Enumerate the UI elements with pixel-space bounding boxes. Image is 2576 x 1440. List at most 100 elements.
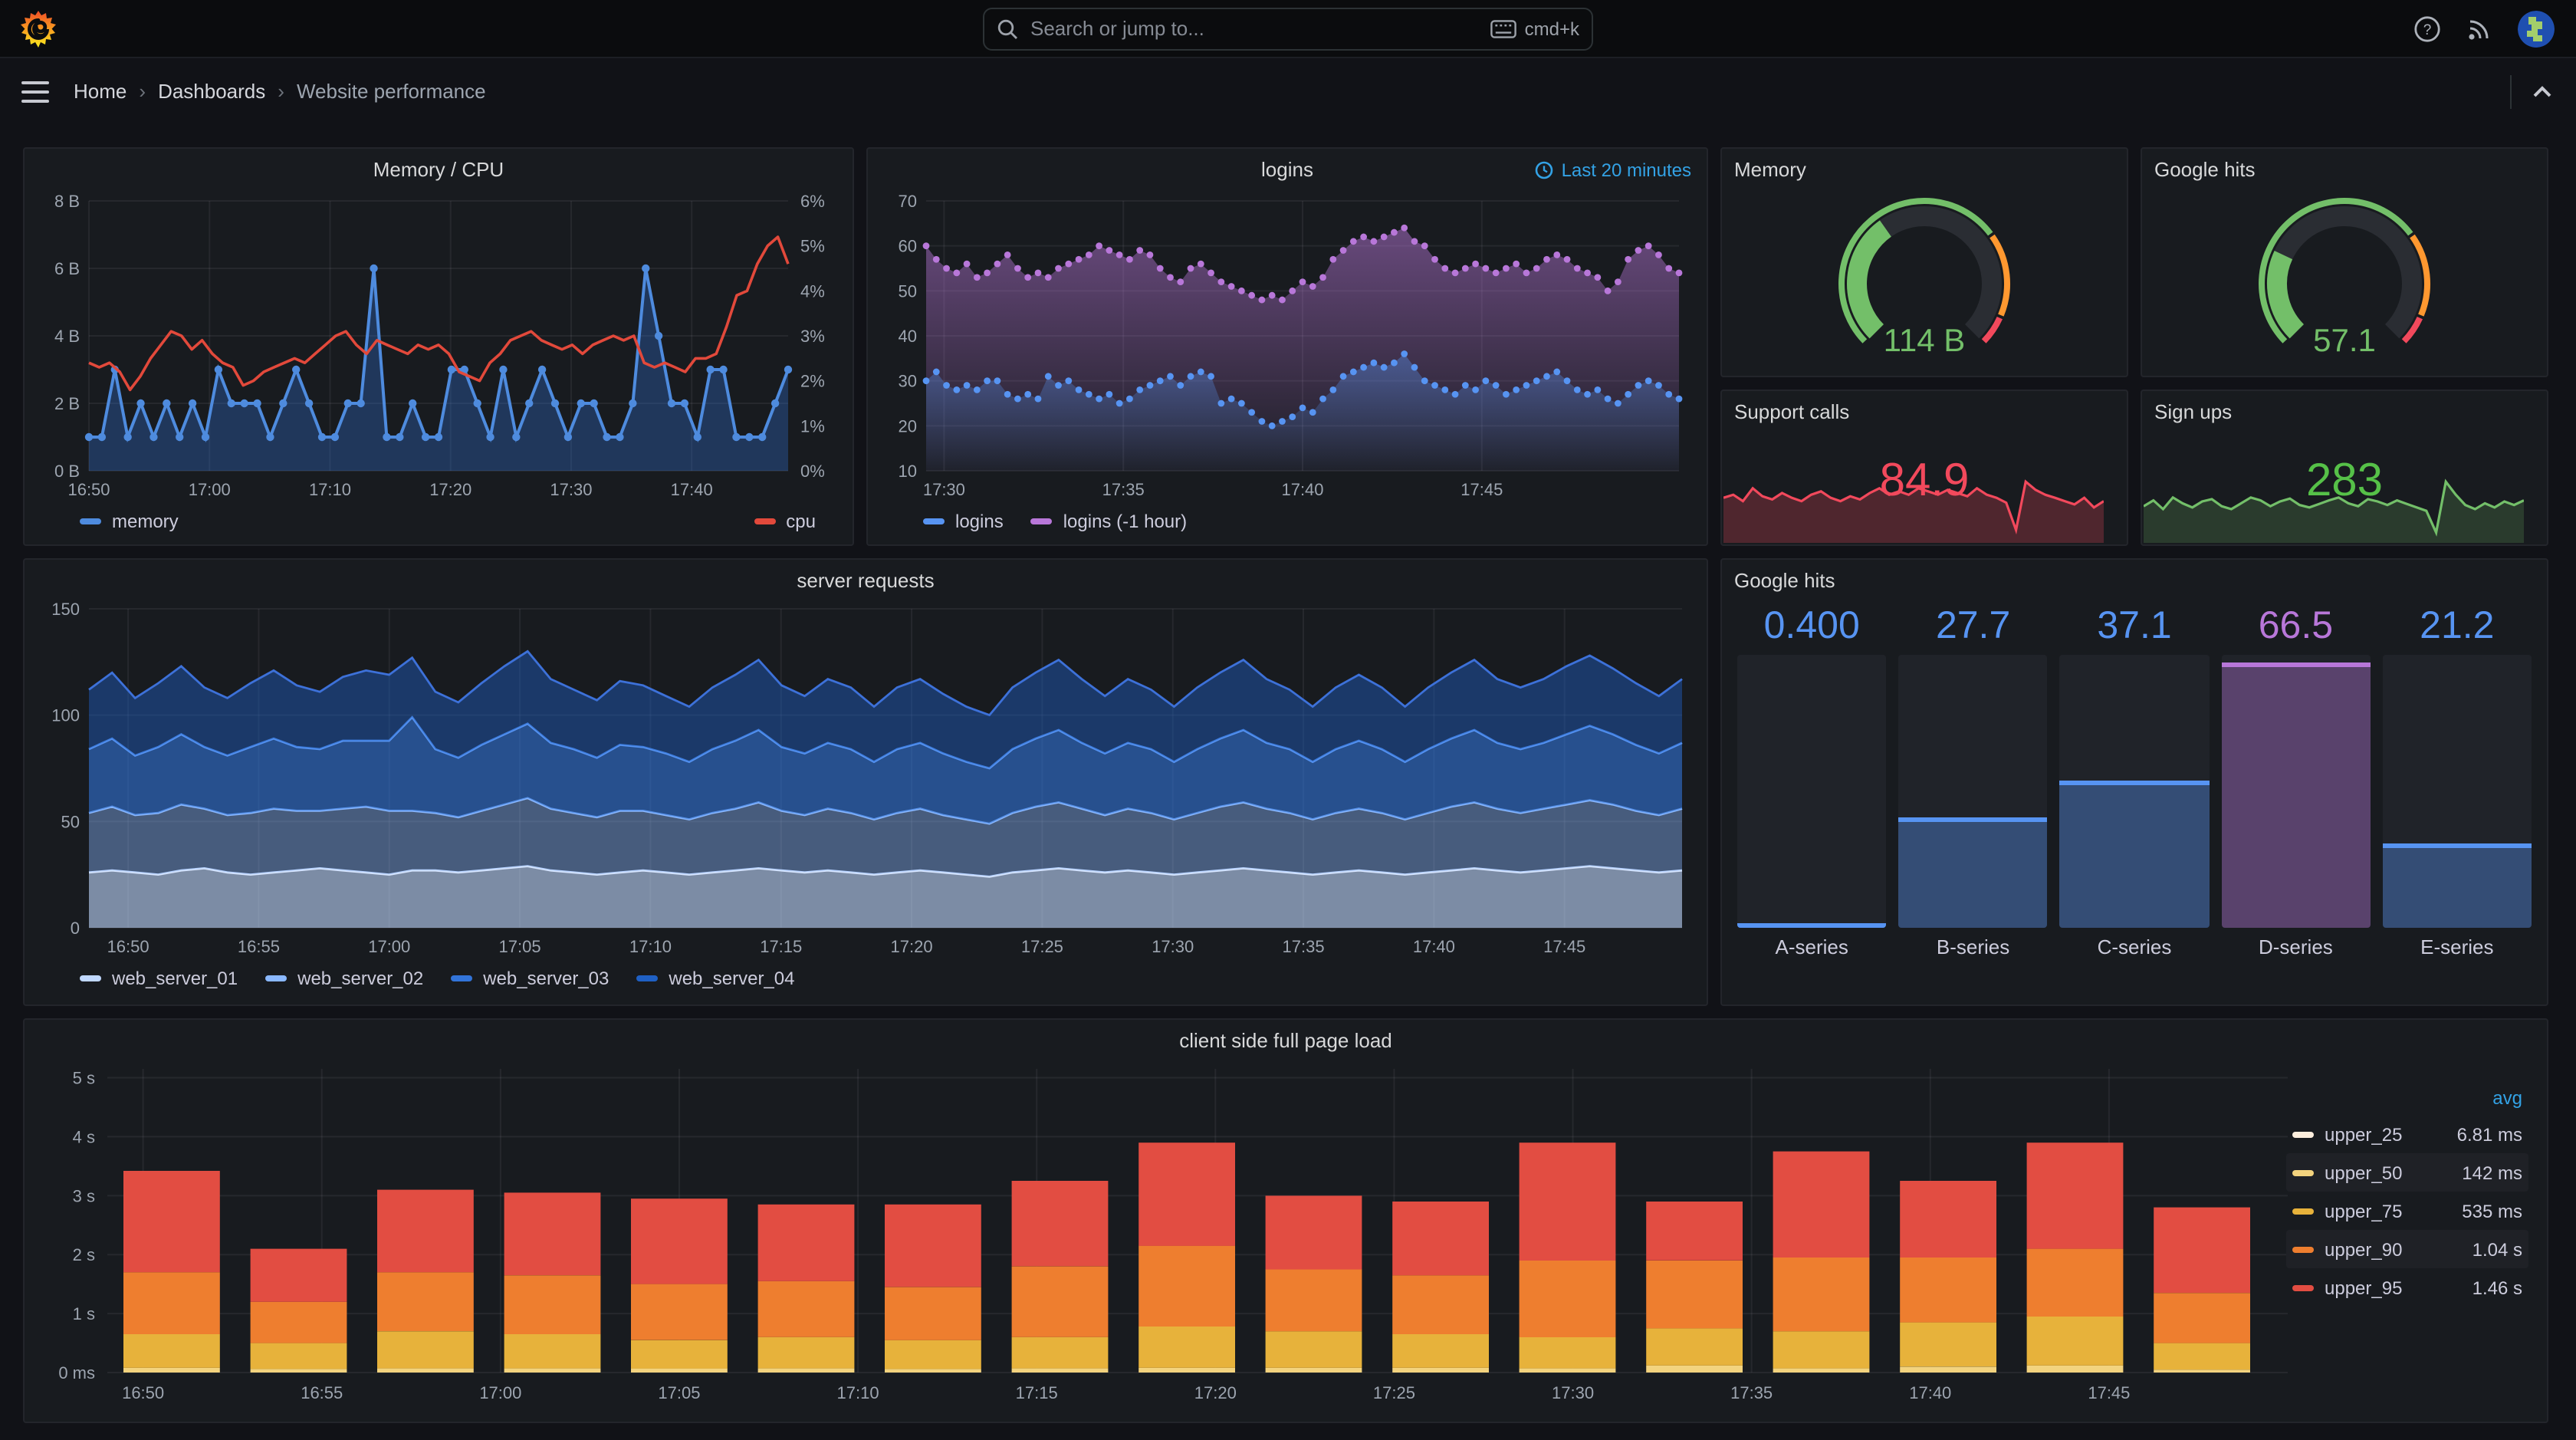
- axis-tick-label: 17:00: [368, 937, 410, 956]
- axis-tick-label: 17:10: [837, 1383, 879, 1402]
- stacked-bar-segment-upper_90: [1011, 1266, 1109, 1337]
- panel-title[interactable]: client side full page load: [37, 1026, 2535, 1057]
- legend-swatch: [636, 975, 659, 981]
- legend-item-upper_75[interactable]: upper_75 535 ms: [2286, 1192, 2528, 1230]
- stacked-bar-segment-upper_50: [885, 1369, 981, 1373]
- stacked-bar-segment-upper_95: [2026, 1142, 2124, 1249]
- breadcrumb-dashboards[interactable]: Dashboards: [158, 80, 265, 103]
- stacked-bar-segment-upper_90: [123, 1272, 220, 1334]
- stacked-bar-segment-upper_50: [250, 1369, 347, 1373]
- keyboard-shortcut-badge: cmd+k: [1490, 18, 1579, 39]
- axis-tick-label: 10: [899, 462, 917, 481]
- axis-tick-label: 17:45: [2088, 1383, 2130, 1402]
- stacked-bar-segment-upper_50: [2154, 1369, 2250, 1373]
- axis-tick-label: 8 B: [54, 192, 80, 211]
- panel-title[interactable]: Memory: [1734, 155, 2114, 186]
- stacked-bar-segment-upper_90: [885, 1287, 981, 1340]
- axis-tick-label: 5 s: [73, 1069, 95, 1088]
- axis-tick-label: 3 s: [73, 1186, 95, 1205]
- axis-tick-label: 60: [899, 237, 917, 256]
- legend-item-upper_95[interactable]: upper_95 1.46 s: [2286, 1268, 2528, 1307]
- panel-title[interactable]: Sign ups: [2154, 397, 2535, 428]
- gauge-value: 57.1: [2313, 322, 2376, 358]
- chevron-up-icon[interactable]: [2530, 79, 2555, 104]
- search-icon: [997, 18, 1017, 38]
- news-rss-icon[interactable]: [2466, 15, 2493, 42]
- axis-tick-label: 0 ms: [58, 1363, 95, 1382]
- legend-swatch: [923, 518, 945, 524]
- panel-title[interactable]: Google hits: [2154, 155, 2535, 186]
- grafana-logo[interactable]: [18, 8, 58, 48]
- stacked-bar-segment-upper_95: [1900, 1181, 1996, 1258]
- user-avatar[interactable]: [2518, 10, 2555, 47]
- legend-label: logins (-1 hour): [1063, 511, 1188, 532]
- legend-item-memory[interactable]: memory: [80, 511, 179, 532]
- axis-tick-label: 17:20: [1194, 1383, 1237, 1402]
- stacked-bar-segment-upper_75: [885, 1340, 981, 1369]
- time-range-link[interactable]: Last 20 minutes: [1536, 159, 1691, 181]
- axis-tick-label: 17:30: [550, 480, 592, 499]
- legend-item-web_server_01[interactable]: web_server_01: [80, 968, 238, 989]
- legend-swatch: [80, 975, 101, 981]
- axis-tick-label: 6 B: [54, 259, 80, 278]
- stacked-bar-segment-upper_95: [2154, 1207, 2250, 1293]
- stacked-bar-segment-upper_50: [1900, 1366, 1996, 1373]
- stacked-bar-segment-upper_50: [123, 1367, 220, 1373]
- stacked-bar-segment-upper_75: [504, 1334, 601, 1369]
- legend-item-web_server_03[interactable]: web_server_03: [451, 968, 609, 989]
- legend-item[interactable]: logins: [923, 511, 1004, 532]
- stacked-bar-segment-upper_75: [250, 1343, 347, 1369]
- panel-title[interactable]: Memory / CPU: [37, 155, 840, 186]
- stacked-bar-segment-upper_75: [2154, 1343, 2250, 1370]
- menu-toggle-icon[interactable]: [21, 81, 49, 102]
- axis-tick-label: 17:45: [1460, 480, 1503, 499]
- panel-google-hits-bars: Google hits 0.400 A-series 27.7 B-series 37.…: [1720, 558, 2548, 1006]
- panel-title[interactable]: server requests: [37, 566, 1694, 597]
- stacked-bar-segment-upper_95: [123, 1171, 220, 1273]
- axis-tick-label: 17:30: [1152, 937, 1194, 956]
- search-input[interactable]: [1027, 15, 1482, 41]
- server-requests-chart[interactable]: 0 50 100 150 16:50 16:55 17:00 17:05 17:10 17:15 1…: [37, 597, 1694, 962]
- client-load-chart[interactable]: 0 ms 1 s 2 s 3 s 4 s 5 s 16:50 16:55 17:00 17:05 1…: [37, 1057, 2535, 1409]
- panel-client-load: client side full page load 0 ms 1 s 2 s 3 s…: [23, 1018, 2548, 1423]
- breadcrumb-current: Website performance: [296, 80, 486, 103]
- legend-item-upper_90[interactable]: upper_90 1.04 s: [2286, 1230, 2528, 1268]
- legend-label: web_server_01: [112, 968, 238, 989]
- breadcrumb-home[interactable]: Home: [74, 80, 127, 103]
- bar-gauge-column-D-series: 66.5 D-series: [2221, 603, 2371, 965]
- panel-memory-gauge: Memory 114 B: [1720, 147, 2128, 377]
- client-load-legend: avg upper_25 6.81 ms upper_50 142 ms upper_75…: [2286, 1081, 2528, 1307]
- legend-swatch: [2292, 1284, 2314, 1290]
- bar-gauge-column-A-series: 0.400 A-series: [1737, 603, 1887, 965]
- legend-label: logins: [955, 511, 1004, 532]
- legend-item-cpu[interactable]: cpu: [754, 511, 816, 532]
- bar-gauge-fill: [1898, 817, 2048, 928]
- logins-chart[interactable]: 10 20 30 40 50 60 70 17:30 17:35 17:40 17:45: [880, 186, 1694, 505]
- axis-tick-label: 17:30: [1552, 1383, 1594, 1402]
- bar-gauge-track: [2221, 655, 2371, 928]
- axis-tick-label: 2 B: [54, 394, 80, 413]
- clock-icon: [1536, 161, 1553, 179]
- memory-cpu-chart[interactable]: 0 B 2 B 4 B 6 B 8 B 0% 1% 2% 3% 4% 5% 6% 16:50 17:00 1…: [37, 186, 840, 505]
- legend-swatch: [265, 975, 288, 981]
- legend-item-upper_50[interactable]: upper_50 142 ms: [2286, 1153, 2528, 1192]
- support-calls-value: 84.9: [1879, 455, 1970, 507]
- legend-item-upper_25[interactable]: upper_25 6.81 ms: [2286, 1115, 2528, 1153]
- axis-tick-label: 6%: [800, 192, 825, 211]
- axis-tick-label: 16:55: [238, 937, 280, 956]
- legend-item-web_server_04[interactable]: web_server_04: [636, 968, 795, 989]
- legend-item[interactable]: logins (-1 hour): [1030, 511, 1188, 532]
- help-icon[interactable]: ?: [2413, 15, 2441, 42]
- panel-title[interactable]: Support calls: [1734, 397, 2114, 428]
- panel-title[interactable]: Google hits: [1734, 566, 2535, 597]
- stacked-bar-segment-upper_75: [1646, 1328, 1743, 1366]
- stacked-bar-segment-upper_75: [1519, 1336, 1616, 1369]
- bar-gauge-label: C-series: [2097, 935, 2172, 958]
- bar-gauge-label: E-series: [2420, 935, 2494, 958]
- stacked-bar-segment-upper_95: [377, 1189, 474, 1273]
- bar-gauge-column-E-series: 21.2 E-series: [2382, 603, 2532, 965]
- legend-item-web_server_02[interactable]: web_server_02: [265, 968, 423, 989]
- search-bar[interactable]: cmd+k: [983, 7, 1593, 50]
- top-navigation-bar: cmd+k ?: [0, 0, 2576, 58]
- axis-tick-label: 1 s: [73, 1304, 95, 1323]
